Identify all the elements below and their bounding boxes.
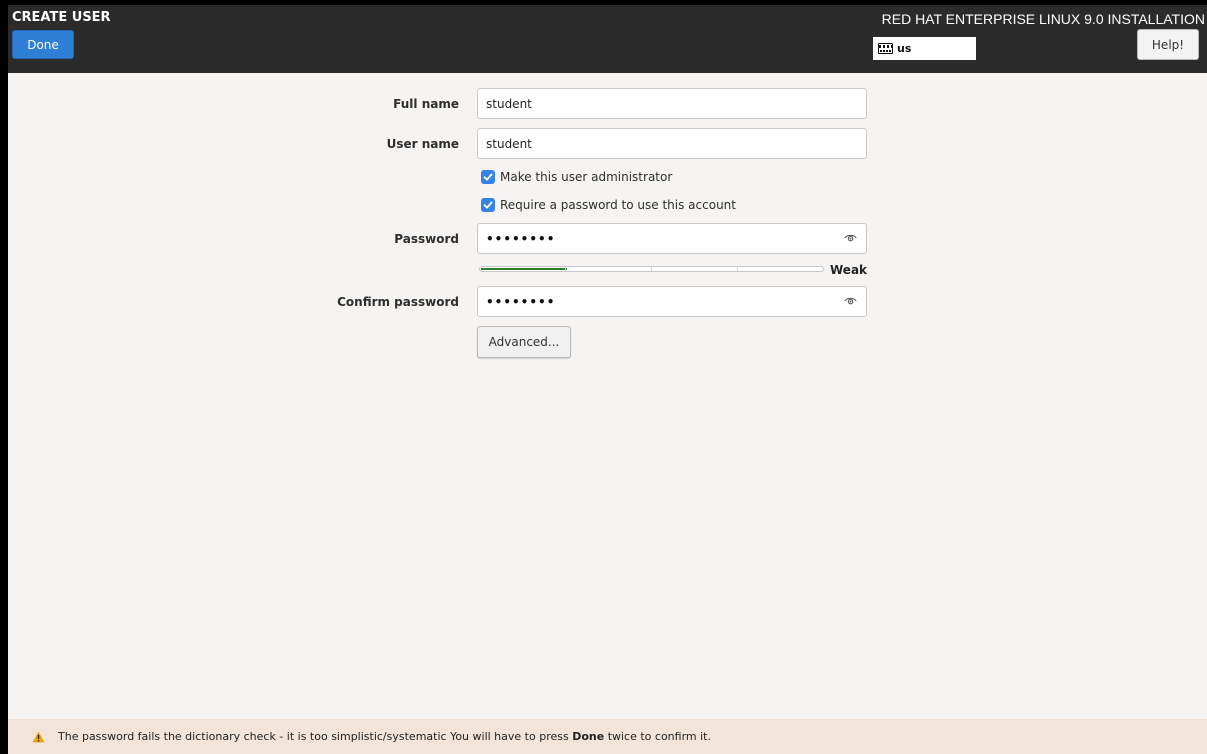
warning-done-emphasis: Done (572, 730, 605, 743)
user-name-input[interactable]: student (477, 128, 867, 159)
full-name-label: Full name (393, 97, 459, 111)
full-name-input[interactable]: student (477, 88, 867, 119)
header-bar: CREATE USER Done RED HAT ENTERPRISE LINU… (8, 5, 1207, 73)
password-input[interactable]: •••••••• (477, 223, 867, 254)
warning-status-bar: The password fails the dictionary check … (8, 719, 1207, 754)
advanced-button[interactable]: Advanced... (477, 326, 571, 358)
require-password-label: Require a password to use this account (500, 198, 736, 212)
require-password-checkbox[interactable] (481, 198, 495, 212)
admin-checkbox-row[interactable]: Make this user administrator (481, 170, 672, 184)
password-value: •••••••• (486, 231, 556, 246)
keyboard-icon (878, 43, 893, 54)
password-label: Password (394, 232, 459, 246)
confirm-password-label: Confirm password (337, 295, 459, 309)
full-name-value: student (486, 96, 532, 111)
installer-window: CREATE USER Done RED HAT ENTERPRISE LINU… (8, 5, 1207, 754)
password-strength-meter (479, 266, 824, 272)
confirm-password-value: •••••••• (486, 294, 556, 309)
confirm-password-input[interactable]: •••••••• (477, 286, 867, 317)
product-title: RED HAT ENTERPRISE LINUX 9.0 INSTALLATIO… (881, 11, 1205, 27)
check-icon (483, 173, 493, 181)
require-password-checkbox-row[interactable]: Require a password to use this account (481, 198, 736, 212)
strength-label: Weak (830, 263, 868, 277)
warning-message: The password fails the dictionary check … (58, 730, 711, 743)
admin-checkbox-label: Make this user administrator (500, 170, 673, 184)
show-password-icon[interactable] (844, 233, 857, 243)
user-name-label: User name (386, 137, 459, 151)
warning-icon (32, 731, 45, 742)
check-icon (483, 201, 493, 209)
show-confirm-password-icon[interactable] (844, 296, 857, 306)
done-button[interactable]: Done (12, 30, 74, 59)
keyboard-layout-label: us (897, 42, 912, 55)
help-button[interactable]: Help! (1137, 29, 1199, 60)
keyboard-layout-indicator[interactable]: us (873, 37, 976, 60)
page-title: CREATE USER (12, 10, 111, 25)
user-name-value: student (486, 136, 532, 151)
admin-checkbox[interactable] (481, 170, 495, 184)
